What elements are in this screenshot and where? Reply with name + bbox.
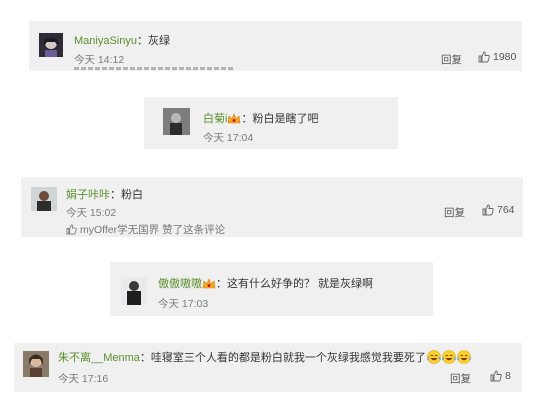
- reply-button[interactable]: 回复: [450, 371, 471, 386]
- avatar[interactable]: [23, 351, 49, 377]
- comment-time: 今天 17:03: [158, 298, 209, 310]
- avatar[interactable]: [31, 187, 57, 211]
- thumbs-up-icon: [482, 204, 494, 216]
- avatar[interactable]: [121, 277, 147, 305]
- separator: ：: [216, 278, 227, 290]
- reply-button[interactable]: 回复: [441, 52, 462, 67]
- comment-card-3: 娟子咔咔：粉白 今天 15:02 回复 764 myOffer学无国界 赞了这条…: [21, 177, 523, 237]
- like-button[interactable]: 764: [482, 204, 515, 216]
- comment-text: 粉白是瞎了吧: [252, 113, 319, 125]
- separator: ：: [110, 189, 121, 201]
- comment-time: 今天 14:12: [74, 54, 125, 66]
- laugh-cry-emoji-icon: [456, 350, 471, 364]
- avatar[interactable]: [39, 33, 63, 57]
- commenter-name[interactable]: 娟子咔咔: [66, 189, 110, 201]
- thumbs-up-icon: [490, 370, 502, 382]
- avatar[interactable]: [163, 108, 190, 135]
- commenter-name[interactable]: 傲傲嗷嗷: [158, 278, 202, 290]
- comment-time: 今天 15:02: [66, 207, 117, 219]
- laugh-cry-emoji-icon: [426, 350, 441, 364]
- commenter-name[interactable]: 朱不离__Menma: [58, 349, 140, 365]
- comment-text: 粉白: [121, 189, 143, 201]
- comment-card-4: 傲傲嗷嗷 ：这有什么好争的？ 就是灰绿啊 今天 17:03: [110, 262, 433, 316]
- like-button[interactable]: 1980: [478, 51, 516, 63]
- thumbs-up-icon: [66, 224, 77, 235]
- reply-button[interactable]: 回复: [444, 205, 465, 220]
- comment-text: 哇寝室三个人看的都是粉白就我一个灰绿我感觉我要死了: [150, 352, 426, 364]
- liked-by-text: 赞了这条评论: [162, 224, 226, 236]
- liked-by-line: myOffer学无国界 赞了这条评论: [66, 222, 225, 237]
- like-button[interactable]: 8: [490, 370, 511, 382]
- comment-text: 灰绿: [147, 35, 170, 47]
- comment-card-1: ManiyaSinyu：灰绿 今天 14:12 回复 1980: [29, 21, 522, 71]
- liked-by-user[interactable]: myOffer学无国界: [80, 222, 159, 237]
- separator: ：: [136, 35, 148, 47]
- comment-card-2: 白菊i ：粉白是瞎了吧 今天 17:04: [144, 97, 398, 149]
- thumbs-up-icon: [478, 51, 490, 63]
- comment-card-5: 朱不离__Menma：哇寝室三个人看的都是粉白就我一个灰绿我感觉我要死了 今天 …: [14, 343, 522, 392]
- like-count: 764: [497, 204, 515, 216]
- commenter-name[interactable]: ManiyaSinyu: [74, 35, 137, 47]
- vip-crown-badge-icon: [202, 278, 216, 289]
- comment-time: 今天 17:04: [203, 132, 254, 144]
- comment-time: 今天 17:16: [58, 373, 109, 385]
- clipped-subline: [74, 67, 234, 71]
- commenter-name[interactable]: 白菊i: [203, 113, 227, 125]
- separator: ：: [139, 352, 151, 364]
- vip-crown-badge-icon: [228, 113, 241, 124]
- like-count: 1980: [493, 51, 517, 63]
- separator: ：: [241, 113, 253, 125]
- like-count: 8: [505, 370, 511, 382]
- comment-text: 这有什么好争的？ 就是灰绿啊: [227, 278, 374, 290]
- laugh-cry-emoji-icon: [441, 350, 456, 364]
